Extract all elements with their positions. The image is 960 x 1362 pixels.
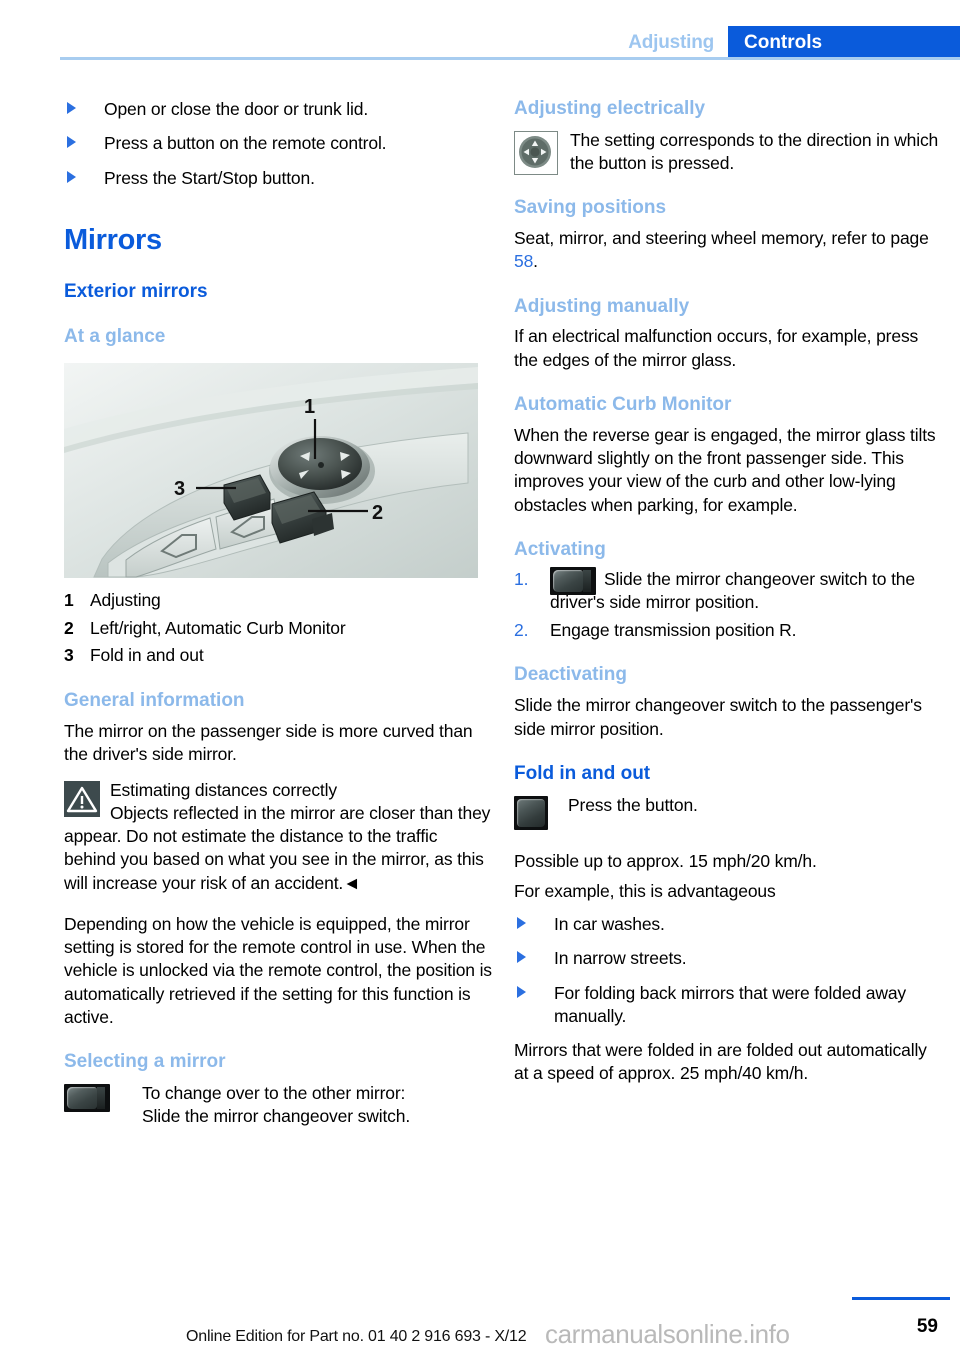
- subsection-heading-at-a-glance: At a glance: [64, 325, 166, 347]
- list-item: 3 Fold in and out: [64, 643, 492, 668]
- warning-title: Estimating distances correctly: [110, 779, 337, 800]
- fold-paragraph-3: Mirrors that were folded in are folded o…: [514, 1040, 927, 1084]
- subsection-heading-automatic-curb-monitor: Automatic Curb Monitor: [514, 393, 732, 415]
- general-information-paragraph-2: Depending on how the vehicle is equipped…: [64, 913, 492, 1027]
- svg-text:1: 1: [304, 396, 315, 418]
- fold-button-text: Press the button.: [568, 794, 698, 815]
- list-item: Press a button on the remote control.: [64, 132, 492, 155]
- step-number: 1.: [514, 568, 529, 589]
- subsection-heading-selecting-a-mirror: Selecting a mirror: [64, 1051, 226, 1073]
- mirror-changeover-switch-icon: [64, 1084, 110, 1113]
- subsection-heading-adjusting-electrically: Adjusting electrically: [514, 98, 706, 119]
- breadcrumb: Adjusting Controls: [628, 26, 960, 60]
- selecting-a-mirror-line-2: Slide the mirror changeover switch.: [142, 1106, 411, 1127]
- list-item-label: For folding back mirrors that were folde…: [554, 982, 907, 1026]
- list-item: In narrow streets.: [514, 947, 942, 970]
- legend-label: Fold in and out: [90, 645, 204, 666]
- page-footer: 59 Online Edition for Part no. 01 40 2 9…: [0, 1282, 960, 1362]
- left-column: Open or close the door or trunk lid. Pre…: [64, 98, 492, 1129]
- selecting-a-mirror-block: To change over to the other mirror: Slid…: [64, 1082, 492, 1129]
- triangle-bullet-icon: [517, 917, 526, 930]
- step-text: Slide the mirror changeover switch to th…: [550, 568, 915, 612]
- warning-triangle-icon: [64, 780, 100, 817]
- triangle-bullet-icon: [517, 951, 526, 964]
- svg-text:3: 3: [174, 478, 185, 500]
- list-item-label: Open or close the door or trunk lid.: [104, 99, 369, 119]
- adjusting-electrically-body: The setting corresponds to the direction…: [570, 129, 939, 174]
- legend-number: 2: [64, 617, 74, 638]
- legend-number: 3: [64, 645, 74, 666]
- list-item: Press the Start/Stop button.: [64, 167, 492, 190]
- mirror-changeover-switch-icon: [550, 567, 596, 596]
- door-panel-illustration: 1 3 2: [64, 362, 478, 578]
- adjusting-electrically-block: The setting corresponds to the direction…: [514, 129, 942, 176]
- list-item-label: In car washes.: [554, 914, 665, 935]
- page-reference-link[interactable]: 58: [514, 251, 533, 271]
- warning-body: Objects reflected in the mirror are clos…: [64, 802, 491, 893]
- section-heading-exterior-mirrors: Exterior mirrors: [64, 281, 208, 303]
- footer-divider: [852, 1297, 950, 1300]
- step-text: Engage transmission position R.: [550, 620, 797, 641]
- warning-notice: Estimating distances correctly Objects r…: [64, 779, 492, 895]
- right-column: Adjusting electrically The setting corre…: [514, 98, 942, 1086]
- general-information-paragraph: The mirror on the passenger side is more…: [64, 721, 473, 765]
- adjusting-manually-body: If an electrical malfunction occurs, for…: [514, 326, 919, 370]
- list-item: 1. Slide the mirror changeover switch to…: [514, 567, 942, 615]
- figure-legend: 1 Adjusting 2 Left/right, Automatic Curb…: [64, 588, 492, 669]
- list-item-label: In narrow streets.: [554, 948, 687, 969]
- list-item: 2 Left/right, Automatic Curb Monitor: [64, 616, 492, 641]
- activating-steps: 1. Slide the mirror changeover switch to…: [514, 567, 942, 643]
- list-item-label: Press the Start/Stop button.: [104, 167, 315, 188]
- subsection-heading-general-information: General information: [64, 690, 245, 712]
- legend-label: Adjusting: [90, 589, 161, 610]
- saving-positions-text-end: .: [533, 251, 538, 272]
- legend-label: Left/right, Automatic Curb Monitor: [90, 617, 346, 638]
- step-number: 2.: [514, 620, 529, 641]
- breadcrumb-active: Controls: [728, 26, 960, 60]
- joystick-icon: [514, 130, 558, 175]
- subsection-heading-saving-positions: Saving positions: [514, 197, 667, 219]
- triangle-bullet-icon: [517, 985, 526, 998]
- page-title: Mirrors: [64, 223, 162, 256]
- watermark: carmanualsonline.info: [545, 1319, 790, 1349]
- subsection-heading-deactivating: Deactivating: [514, 664, 627, 686]
- triangle-bullet-icon: [67, 102, 76, 114]
- list-item-label: Press a button on the remote control.: [104, 133, 387, 154]
- section-heading-fold-in-and-out: Fold in and out: [514, 762, 651, 784]
- list-item: 2. Engage transmission position R.: [514, 619, 942, 642]
- subsection-heading-adjusting-manually: Adjusting manually: [514, 295, 690, 317]
- intro-bullet-list: Open or close the door or trunk lid. Pre…: [64, 98, 492, 190]
- deactivating-body: Slide the mirror changeover switch to th…: [514, 695, 922, 739]
- selecting-a-mirror-line-1: To change over to the other mirror:: [142, 1083, 406, 1104]
- automatic-curb-monitor-body: When the reverse gear is engaged, the mi…: [514, 424, 936, 515]
- page-header: Adjusting Controls: [0, 0, 960, 62]
- edition-note: Online Edition for Part no. 01 40 2 916 …: [186, 1328, 527, 1345]
- door-panel-figure: 1 3 2: [64, 362, 478, 578]
- manual-page: Adjusting Controls Open or close the doo…: [0, 0, 960, 1362]
- header-divider: [60, 57, 960, 60]
- svg-text:2: 2: [372, 502, 383, 524]
- subsection-heading-activating: Activating: [514, 538, 606, 560]
- fold-paragraph-1: Possible up to approx. 15 mph/20 km/h.: [514, 850, 817, 871]
- list-item: In car washes.: [514, 913, 942, 936]
- list-item: 1 Adjusting: [64, 588, 492, 613]
- fold-button-icon: [514, 795, 548, 830]
- fold-paragraph-2: For example, this is advantageous: [514, 880, 776, 901]
- list-item: For folding back mirrors that were folde…: [514, 982, 942, 1029]
- breadcrumb-secondary: Adjusting: [628, 32, 714, 53]
- page-number: 59: [916, 1316, 938, 1337]
- fold-in-and-out-block: Press the button.: [514, 794, 942, 832]
- saving-positions-text: Seat, mirror, and steering wheel memory,…: [514, 228, 929, 249]
- legend-number: 1: [64, 589, 74, 610]
- list-item: Open or close the door or trunk lid.: [64, 98, 492, 121]
- fold-bullet-list: In car washes. In narrow streets. For fo…: [514, 913, 942, 1028]
- triangle-bullet-icon: [67, 136, 76, 149]
- saving-positions-body: Seat, mirror, and steering wheel memory,…: [514, 227, 942, 274]
- triangle-bullet-icon: [67, 170, 76, 183]
